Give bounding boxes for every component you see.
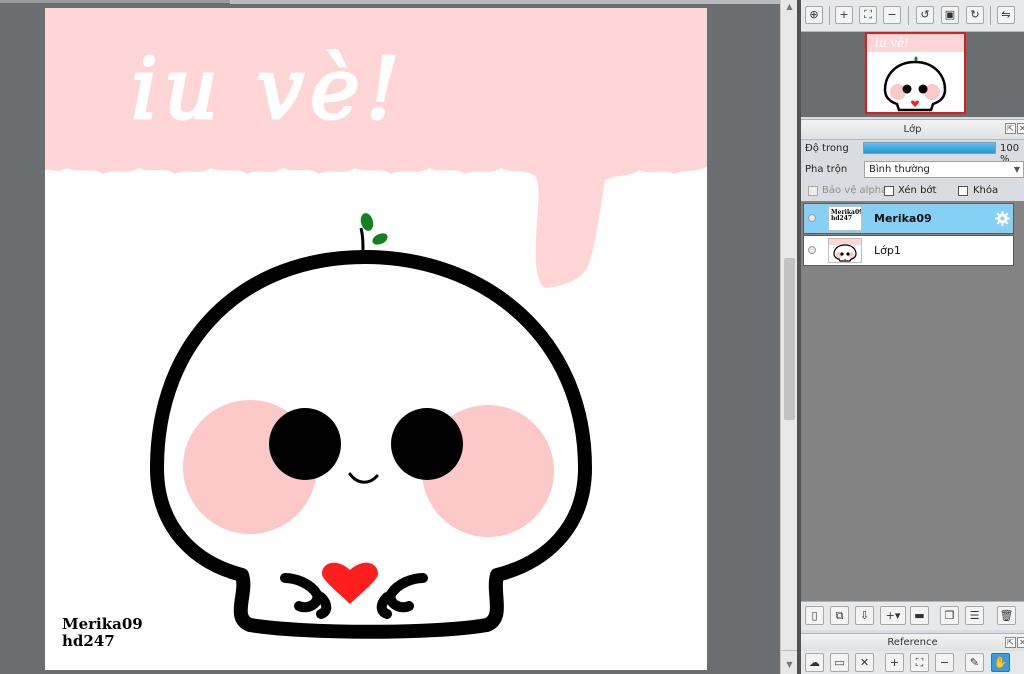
scroll-down-arrow-icon[interactable]: ▼: [784, 660, 795, 670]
signature-line2: hd247: [62, 632, 115, 650]
opacity-label: Độ trong: [805, 143, 849, 154]
trash-icon[interactable]: 🗑: [997, 606, 1016, 625]
clipping-label: Xén bớt: [898, 185, 937, 196]
navigator-thumbnail[interactable]: iu vè!: [865, 32, 966, 114]
layer-thumbnail: Merika09 hd247: [828, 206, 862, 231]
layer-options-icon[interactable]: ☰: [965, 606, 984, 625]
chevron-down-icon: ▼: [1013, 165, 1020, 174]
layer-visibility-icon[interactable]: [808, 246, 816, 254]
new-layer-icon[interactable]: ▯: [805, 606, 824, 625]
merge-down-icon[interactable]: ⇩: [855, 606, 874, 625]
protect-alpha-label: Bảo vệ alpha: [822, 185, 888, 196]
drawing-canvas[interactable]: iu vè! Merika09 hd247: [45, 8, 707, 670]
close-icon[interactable]: ✕: [855, 653, 874, 672]
layer-panel-title: Lớp: [903, 124, 922, 135]
banner-text: iu vè!: [131, 40, 406, 138]
lock-checkbox[interactable]: [958, 186, 968, 196]
layer-visibility-icon[interactable]: [808, 214, 816, 222]
gear-icon[interactable]: [995, 211, 1010, 226]
toolbar-divider: [990, 6, 991, 25]
panel-undock-icon[interactable]: ⇱: [1005, 637, 1016, 648]
open-folder-icon[interactable]: ▭: [830, 653, 849, 672]
opacity-slider-fill: [864, 143, 995, 153]
rotate-right-icon[interactable]: ↻: [966, 6, 984, 24]
lock-label: Khóa: [973, 185, 999, 196]
layer-row-merika09[interactable]: Merika09 hd247 Merika09: [803, 203, 1014, 234]
zoom-out-icon[interactable]: −: [935, 653, 954, 672]
right-eye: [391, 408, 463, 480]
thumbnail-preview: iu vè!: [867, 34, 964, 112]
fit-icon[interactable]: ⛶: [910, 653, 929, 672]
layers-list: Merika09 hd247 Merika09 Lớp1: [801, 201, 1024, 601]
new-folder-icon[interactable]: ▬: [910, 606, 929, 625]
reference-panel-header: Reference ⇱ ✕: [801, 633, 1024, 652]
canvas-area[interactable]: iu vè! Merika09 hd247: [0, 0, 780, 674]
rotate-left-icon[interactable]: ↺: [916, 6, 934, 24]
zoom-in-icon[interactable]: +: [885, 653, 904, 672]
scrollbar-separator: [781, 650, 798, 651]
layer-thumbnail: [828, 238, 862, 263]
flip-icon[interactable]: ⇋: [997, 6, 1015, 24]
clipping-checkbox[interactable]: [884, 186, 894, 196]
layer-toolbar: ▯ ⧉ ⇩ +▾ ▬ ❐ ☰ 🗑: [801, 601, 1024, 630]
fit-icon[interactable]: ⛶: [859, 6, 877, 24]
sprout-stem: [359, 227, 365, 254]
opacity-slider[interactable]: [863, 142, 996, 154]
canvas-vertical-scrollbar[interactable]: ▲ ▼: [780, 0, 798, 674]
layer-thumbnail-preview: [829, 239, 861, 262]
navigator-thumbnail-area[interactable]: iu vè!: [801, 32, 1024, 117]
blend-label: Pha trộn: [805, 164, 848, 175]
layer-name[interactable]: Merika09: [874, 212, 932, 225]
signature-line1: Merika09: [62, 615, 143, 633]
copy-layer-icon[interactable]: ❐: [940, 606, 959, 625]
toolbar-divider: [829, 6, 830, 25]
zoom-in-icon[interactable]: +: [835, 6, 853, 24]
add-layer-menu-icon[interactable]: +▾: [880, 606, 906, 625]
fullscreen-icon[interactable]: ▣: [941, 6, 959, 24]
signature: Merika09 hd247: [62, 616, 143, 650]
panel-close-icon[interactable]: ✕: [1017, 637, 1024, 648]
duplicate-layer-icon[interactable]: ⧉: [830, 606, 849, 625]
artwork: iu vè!: [45, 8, 707, 639]
reference-panel-title: Reference: [887, 637, 938, 648]
protect-alpha-checkbox[interactable]: [808, 186, 818, 196]
layer-row-lop1[interactable]: Lớp1: [803, 235, 1014, 266]
scroll-up-arrow-icon[interactable]: ▲: [784, 2, 795, 12]
layer-panel-header: Lớp ⇱ ✕: [801, 119, 1024, 140]
panel-close-icon[interactable]: ✕: [1017, 123, 1024, 134]
scrollbar-thumb[interactable]: [784, 258, 795, 420]
cloud-icon[interactable]: ☁: [805, 653, 824, 672]
svg-text:iu vè!: iu vè!: [875, 36, 909, 50]
left-eye: [269, 408, 341, 480]
blend-mode-select[interactable]: Bình thường ▼: [864, 161, 1024, 178]
zoom-actual-icon[interactable]: ⊕: [805, 6, 823, 24]
eyedropper-icon[interactable]: ✎: [965, 653, 984, 672]
navigator-toolbar: ⊕ + ⛶ − ↺ ▣ ↻ ⇋: [801, 0, 1024, 32]
sprout-leaf-right: [372, 233, 388, 245]
toolbar-divider: [908, 6, 909, 25]
right-panel: ⊕ + ⛶ − ↺ ▣ ↻ ⇋ iu vè! Lớp ⇱ ✕ Độ trong …: [801, 0, 1024, 674]
hand-tool-icon[interactable]: ✋: [991, 653, 1010, 672]
layer-name[interactable]: Lớp1: [874, 244, 901, 257]
blend-mode-value: Bình thường: [869, 164, 930, 175]
panel-undock-icon[interactable]: ⇱: [1005, 123, 1016, 134]
canvas-top-border-light: [230, 0, 780, 4]
zoom-out-icon[interactable]: −: [883, 6, 901, 24]
reference-toolbar: ☁ ▭ ✕ + ⛶ − ✎ ✋: [801, 651, 1024, 674]
